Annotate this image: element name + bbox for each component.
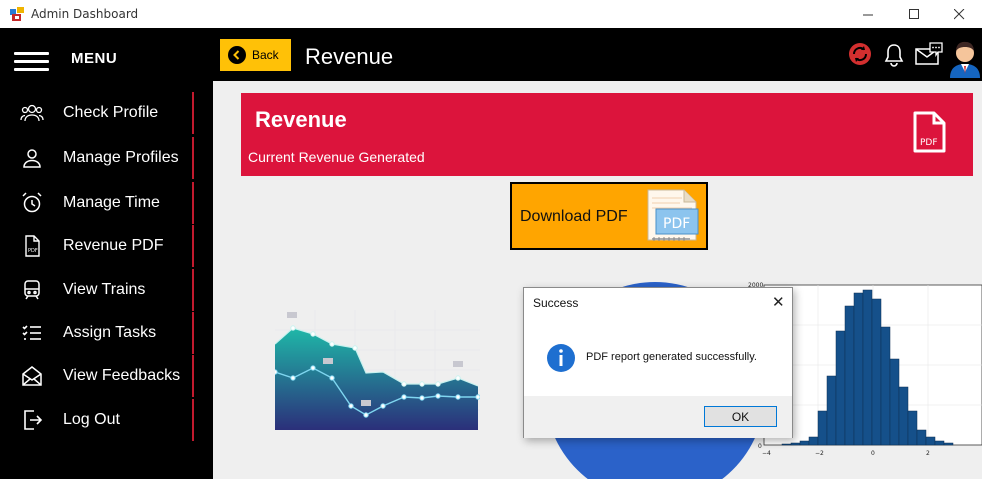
hist-xtick-2: 0 bbox=[871, 450, 875, 457]
top-bar: Back Revenue bbox=[213, 28, 982, 81]
menu-header: MENU bbox=[0, 28, 213, 81]
dialog-close-button[interactable]: ✕ bbox=[772, 293, 785, 311]
dialog-footer: OK bbox=[524, 396, 792, 438]
sidebar-item-log-out[interactable]: Log Out bbox=[0, 399, 194, 441]
back-arrow-icon bbox=[228, 46, 246, 64]
minimize-icon bbox=[862, 14, 873, 15]
bell-icon[interactable] bbox=[882, 42, 906, 68]
hist-xtick-1: −2 bbox=[815, 450, 824, 457]
sidebar-item-label: Assign Tasks bbox=[63, 324, 157, 341]
sidebar-item-label: View Feedbacks bbox=[63, 367, 181, 384]
sidebar: MENU Check Profile Manage Profiles Manag… bbox=[0, 28, 213, 479]
messages-icon[interactable] bbox=[914, 41, 944, 67]
svg-text:PDF: PDF bbox=[28, 248, 38, 254]
pdf-file-icon: PDF bbox=[25, 235, 40, 257]
window-title: Admin Dashboard bbox=[31, 7, 139, 21]
sidebar-item-manage-time[interactable]: Manage Time bbox=[0, 182, 194, 224]
ok-button[interactable]: OK bbox=[704, 406, 777, 427]
refresh-icon[interactable] bbox=[846, 40, 874, 68]
download-pdf-label: Download PDF bbox=[520, 208, 628, 225]
banner-title: Revenue bbox=[255, 107, 347, 132]
close-window-button[interactable] bbox=[936, 0, 982, 28]
sidebar-item-view-trains[interactable]: View Trains bbox=[0, 269, 194, 311]
success-dialog: Success ✕ PDF report generated successfu… bbox=[523, 287, 793, 438]
user-avatar-icon[interactable] bbox=[948, 36, 982, 78]
dialog-title: Success bbox=[533, 296, 579, 310]
download-pdf-button[interactable]: Download PDF PDF bbox=[510, 182, 708, 250]
pdf-icon-text: PDF bbox=[920, 138, 938, 148]
sidebar-item-assign-tasks[interactable]: Assign Tasks bbox=[0, 312, 194, 354]
sidebar-item-label: Check Profile bbox=[63, 104, 159, 121]
minimize-button[interactable] bbox=[845, 0, 891, 28]
back-button-label: Back bbox=[252, 48, 279, 62]
dialog-message: PDF report generated successfully. bbox=[586, 351, 757, 363]
info-icon bbox=[547, 344, 575, 372]
maximize-button[interactable] bbox=[891, 0, 937, 28]
app-icon bbox=[10, 7, 24, 21]
logout-icon bbox=[24, 410, 43, 430]
app-window: Admin Dashboard MENU Check Profile Manag… bbox=[0, 0, 982, 479]
sidebar-item-label: Manage Profiles bbox=[63, 149, 179, 166]
banner-subtitle: Current Revenue Generated bbox=[248, 149, 425, 165]
sidebar-item-label: Revenue PDF bbox=[63, 237, 164, 254]
sidebar-item-revenue-pdf[interactable]: PDF Revenue PDF bbox=[0, 225, 194, 267]
task-list-icon bbox=[22, 325, 41, 340]
alarm-clock-icon bbox=[22, 192, 42, 213]
pdf-file-icon: PDF bbox=[913, 111, 946, 153]
sidebar-item-check-profile[interactable]: Check Profile bbox=[0, 92, 194, 134]
sidebar-item-label: View Trains bbox=[63, 281, 146, 298]
close-icon bbox=[953, 8, 964, 19]
hamburger-menu-icon[interactable] bbox=[14, 52, 49, 71]
hist-xtick-0: −4 bbox=[762, 450, 771, 457]
revenue-banner: Revenue Current Revenue Generated PDF bbox=[241, 93, 973, 176]
title-bar: Admin Dashboard bbox=[0, 0, 982, 28]
page-title: Revenue bbox=[305, 44, 394, 69]
train-icon bbox=[24, 280, 40, 300]
sidebar-item-label: Log Out bbox=[63, 411, 120, 428]
mail-open-icon bbox=[22, 366, 42, 386]
user-icon bbox=[23, 149, 41, 168]
sidebar-item-view-feedbacks[interactable]: View Feedbacks bbox=[0, 355, 194, 397]
area-chart-illustration bbox=[275, 310, 480, 430]
users-group-icon bbox=[20, 104, 44, 122]
maximize-icon bbox=[908, 8, 919, 19]
hist-ytick-zero: 0 bbox=[758, 443, 762, 450]
sidebar-item-manage-profiles[interactable]: Manage Profiles bbox=[0, 137, 194, 179]
back-button[interactable]: Back bbox=[220, 39, 291, 71]
pdf-badge-text: PDF bbox=[663, 216, 690, 232]
sidebar-item-label: Manage Time bbox=[63, 194, 160, 211]
menu-title: MENU bbox=[71, 50, 118, 67]
hist-xtick-3: 2 bbox=[926, 450, 930, 457]
pdf-document-icon: PDF bbox=[647, 189, 699, 241]
